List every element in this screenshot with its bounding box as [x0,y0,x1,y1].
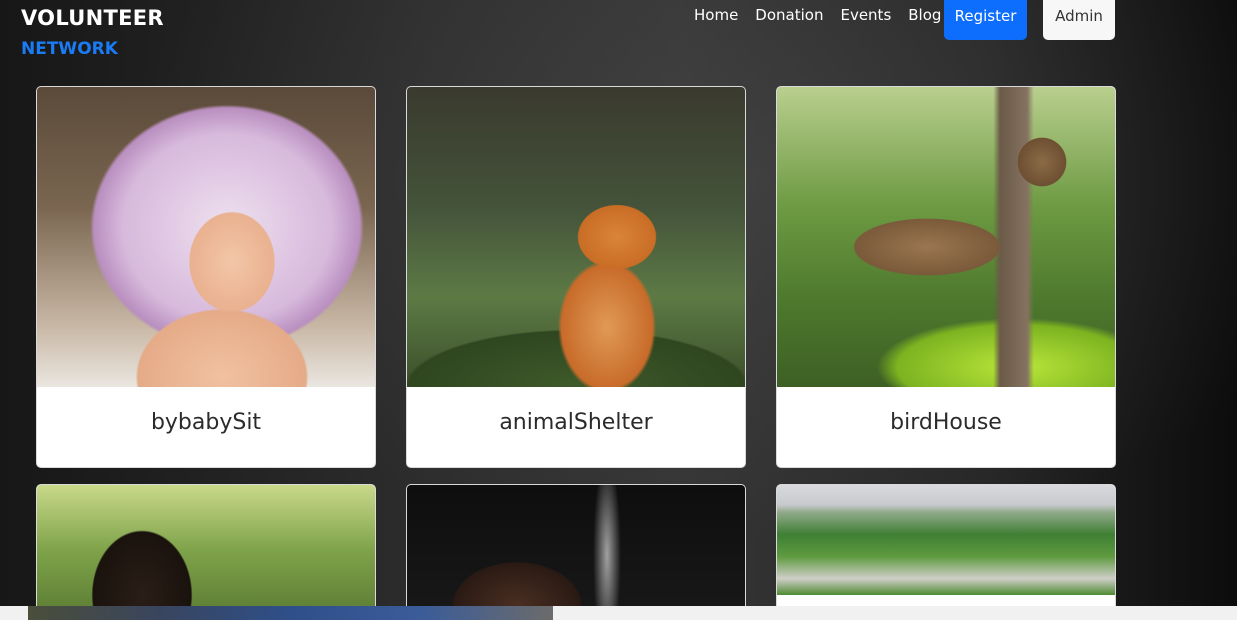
main-nav: Home Donation Events Blog [694,0,958,40]
birdhouse-image [777,87,1115,387]
event-card-babysit[interactable]: bybabySit [36,86,376,468]
event-card-title: birdHouse [890,410,1002,435]
banner-image [28,606,553,620]
nav-home[interactable]: Home [694,0,738,30]
event-card-bird-house[interactable]: birdHouse [776,86,1116,468]
girl-image [37,485,375,615]
event-card[interactable] [776,484,1116,616]
underlying-page-strip [0,606,1237,620]
fox-image [407,87,745,387]
event-card-title: bybabySit [150,410,262,435]
register-button[interactable]: Register [944,0,1027,40]
brand-logo[interactable]: VOLUNTEER NETWORK [21,4,164,60]
nav-blog[interactable]: Blog [908,0,941,30]
event-card[interactable] [406,484,746,616]
admin-button[interactable]: Admin [1043,0,1115,40]
water-image [407,485,745,615]
baby-image [37,87,375,387]
brand-subtitle: NETWORK [21,39,118,59]
event-card[interactable] [36,484,376,616]
brand-title: VOLUNTEER [21,6,164,30]
park-image [777,485,1115,595]
nav-events[interactable]: Events [840,0,891,30]
event-card-title: animalShelter [499,410,653,435]
event-card-animal-shelter[interactable]: animalShelter [406,86,746,468]
nav-donation[interactable]: Donation [755,0,823,30]
